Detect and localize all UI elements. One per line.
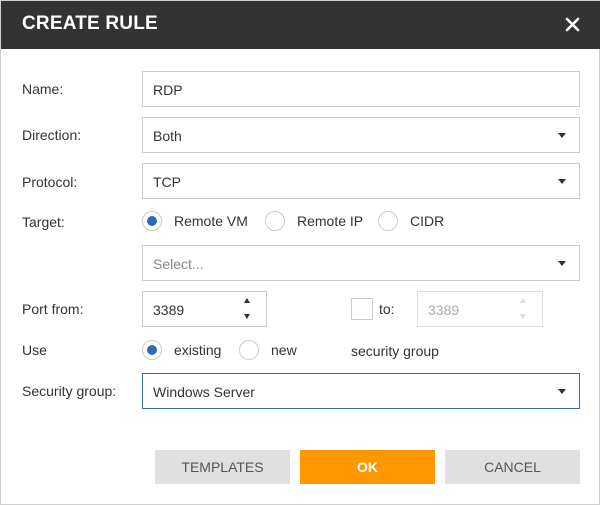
- chevron-down-icon: [558, 133, 566, 138]
- direction-select-value: Both: [153, 128, 182, 144]
- name-input[interactable]: RDP: [142, 71, 580, 107]
- direction-select[interactable]: Both: [142, 117, 580, 153]
- cancel-button[interactable]: CANCEL: [445, 450, 580, 484]
- chevron-down-icon: [558, 389, 566, 394]
- protocol-select-value: TCP: [153, 174, 181, 190]
- security-group-select-value: Windows Server: [153, 384, 255, 400]
- chevron-down-icon: [558, 261, 566, 266]
- title-bar: CREATE RULE: [1, 1, 600, 49]
- target-radio-remote-ip[interactable]: [265, 211, 285, 231]
- decrement-arrow-icon: [520, 314, 526, 319]
- target-option-remote-ip-label: Remote IP: [297, 213, 364, 229]
- port-from-label: Port from:: [22, 301, 84, 317]
- target-select[interactable]: Select...: [142, 245, 580, 281]
- port-from-stepper[interactable]: 3389: [142, 291, 267, 327]
- use-radio-existing[interactable]: [142, 340, 162, 360]
- target-option-cidr-label: CIDR: [410, 213, 445, 229]
- port-to-stepper[interactable]: 3389: [417, 291, 543, 327]
- name-input-value: RDP: [153, 82, 183, 98]
- use-label: Use: [22, 342, 47, 358]
- direction-label: Direction:: [22, 127, 82, 143]
- port-to-checkbox[interactable]: [351, 298, 373, 320]
- name-label: Name:: [22, 81, 64, 97]
- ok-button[interactable]: OK: [300, 450, 435, 484]
- increment-arrow-icon[interactable]: [244, 298, 250, 303]
- chevron-down-icon: [558, 179, 566, 184]
- security-group-label: Security group:: [22, 383, 117, 399]
- use-option-existing-label: existing: [174, 342, 222, 358]
- decrement-arrow-icon[interactable]: [244, 314, 250, 319]
- templates-button[interactable]: TEMPLATES: [155, 450, 290, 484]
- protocol-select[interactable]: TCP: [142, 163, 580, 199]
- create-rule-dialog: CREATE RULE Name: RDP Direction: Both Pr…: [0, 0, 600, 505]
- port-from-value: 3389: [153, 302, 185, 318]
- dialog-title: CREATE RULE: [22, 13, 158, 34]
- target-option-remote-vm-label: Remote VM: [174, 213, 248, 229]
- security-group-select[interactable]: Windows Server: [142, 373, 580, 409]
- target-label: Target:: [22, 214, 65, 230]
- target-radio-cidr[interactable]: [378, 211, 398, 231]
- target-select-placeholder: Select...: [153, 256, 204, 272]
- increment-arrow-icon: [520, 298, 526, 303]
- use-radio-new[interactable]: [239, 340, 259, 360]
- protocol-label: Protocol:: [22, 174, 78, 190]
- port-to-value: 3389: [428, 302, 460, 318]
- use-suffix-label: security group: [351, 343, 439, 359]
- close-icon[interactable]: [561, 13, 585, 37]
- use-option-new-label: new: [271, 342, 297, 358]
- port-to-label: to:: [379, 301, 395, 317]
- target-radio-remote-vm[interactable]: [142, 211, 162, 231]
